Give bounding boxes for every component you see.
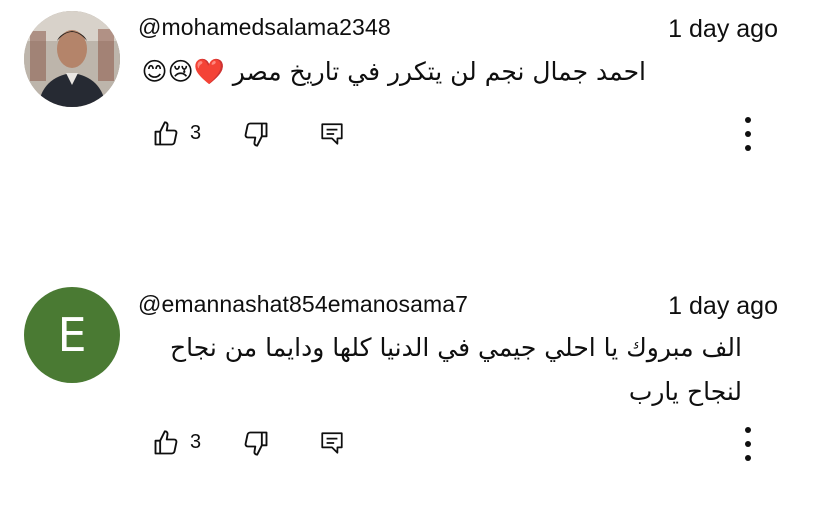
avatar[interactable]: E	[24, 287, 120, 383]
comment-author-name[interactable]: @emannashat854emanosama7	[138, 291, 468, 318]
more-vert-icon	[745, 117, 751, 123]
reply-button[interactable]	[318, 116, 354, 152]
more-options-button[interactable]	[734, 424, 762, 464]
thumbs-down-icon	[244, 122, 268, 147]
reply-icon	[321, 123, 343, 145]
comment-text: الف مبروك يا احلي جيمي في الدنيا كلها ود…	[169, 333, 742, 406]
comment-thread-item: @mohamedsalama2348 1 day ago احمد جمال ن…	[0, 0, 828, 200]
reply-button[interactable]	[318, 425, 354, 461]
more-options-button[interactable]	[734, 114, 762, 154]
comment-text: احمد جمال نجم لن يتكرر في تاريخ مصر ❤️😢😊	[141, 57, 646, 86]
like-count: 3	[190, 122, 202, 144]
dislike-button[interactable]	[240, 425, 276, 461]
comment-thread-item: E @emannashat854emanosama7 1 day ago الف…	[0, 280, 828, 525]
dislike-button[interactable]	[240, 116, 276, 152]
thumbs-up-icon	[154, 121, 178, 146]
avatar-photo-image	[24, 11, 120, 107]
like-button[interactable]: 3	[150, 116, 214, 152]
more-vert-icon	[745, 427, 751, 433]
comment-timestamp[interactable]: 1 day ago	[668, 15, 778, 44]
avatar[interactable]	[24, 11, 120, 107]
like-button[interactable]: 3	[150, 425, 214, 461]
avatar-letter: E	[57, 308, 87, 362]
comment-author-name[interactable]: @mohamedsalama2348	[138, 14, 391, 41]
comment-timestamp[interactable]: 1 day ago	[668, 292, 778, 321]
thumbs-up-icon	[154, 430, 178, 455]
like-count: 3	[190, 431, 202, 453]
reply-icon	[321, 432, 343, 454]
thumbs-down-icon	[244, 431, 268, 456]
